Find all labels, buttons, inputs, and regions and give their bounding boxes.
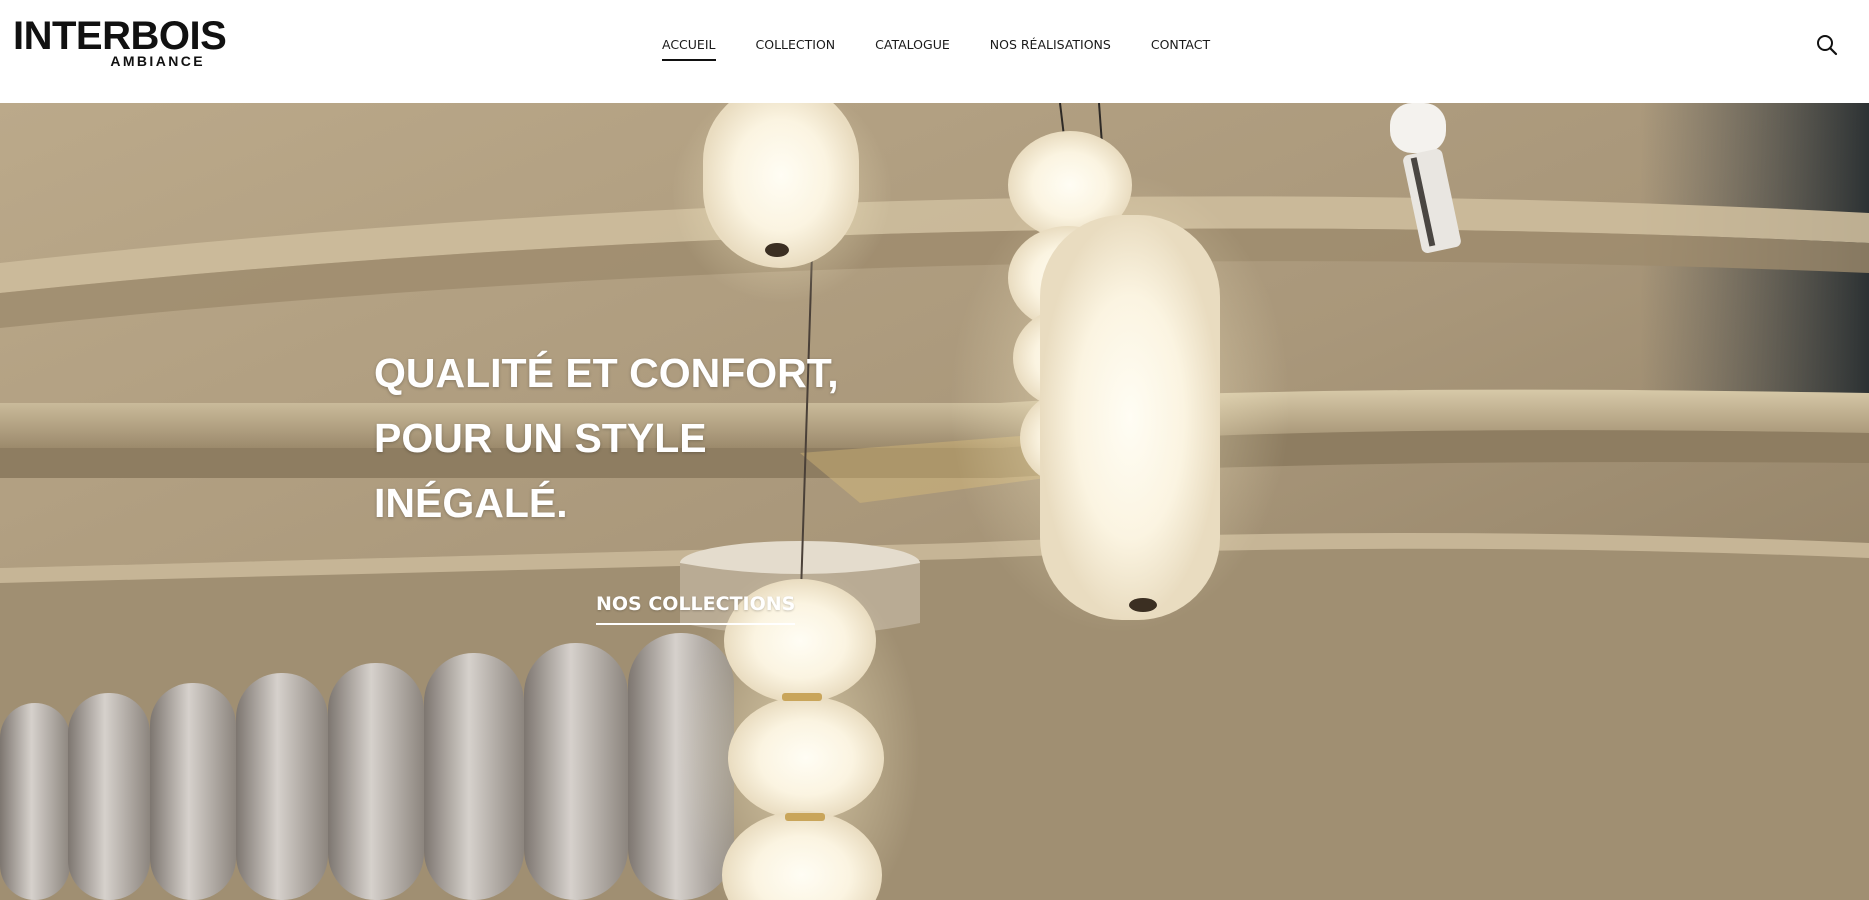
nav-item-accueil[interactable]: ACCUEIL [662,36,716,62]
hero-headline-line-2: POUR UN STYLE [374,415,707,461]
main-nav: ACCUEIL COLLECTION CATALOGUE NOS RÉALISA… [662,36,1210,62]
hero-background-image [0,103,1869,900]
nos-collections-link[interactable]: NOS COLLECTIONS [596,591,796,625]
logo-wordmark: INTERBOIS [13,14,227,58]
hero-headline-line-3: INÉGALÉ. [374,480,568,526]
nav-item-catalogue[interactable]: CATALOGUE [875,36,950,62]
hero-banner: QUALITÉ ET CONFORT, POUR UN STYLE INÉGAL… [0,103,1869,900]
brand-logo[interactable]: INTERBOIS AMBIANCE [13,16,227,72]
search-button[interactable] [1814,32,1840,58]
hero-headline: QUALITÉ ET CONFORT, POUR UN STYLE INÉGAL… [374,341,934,536]
search-icon [1817,35,1838,56]
hero-headline-line-1: QUALITÉ ET CONFORT, [374,350,839,396]
nav-item-nos-realisations[interactable]: NOS RÉALISATIONS [990,36,1111,62]
nav-item-collection[interactable]: COLLECTION [756,36,836,62]
nav-item-contact[interactable]: CONTACT [1151,36,1210,62]
logo-tagline: AMBIANCE [110,53,205,69]
site-header: INTERBOIS AMBIANCE ACCUEIL COLLECTION CA… [0,0,1869,103]
